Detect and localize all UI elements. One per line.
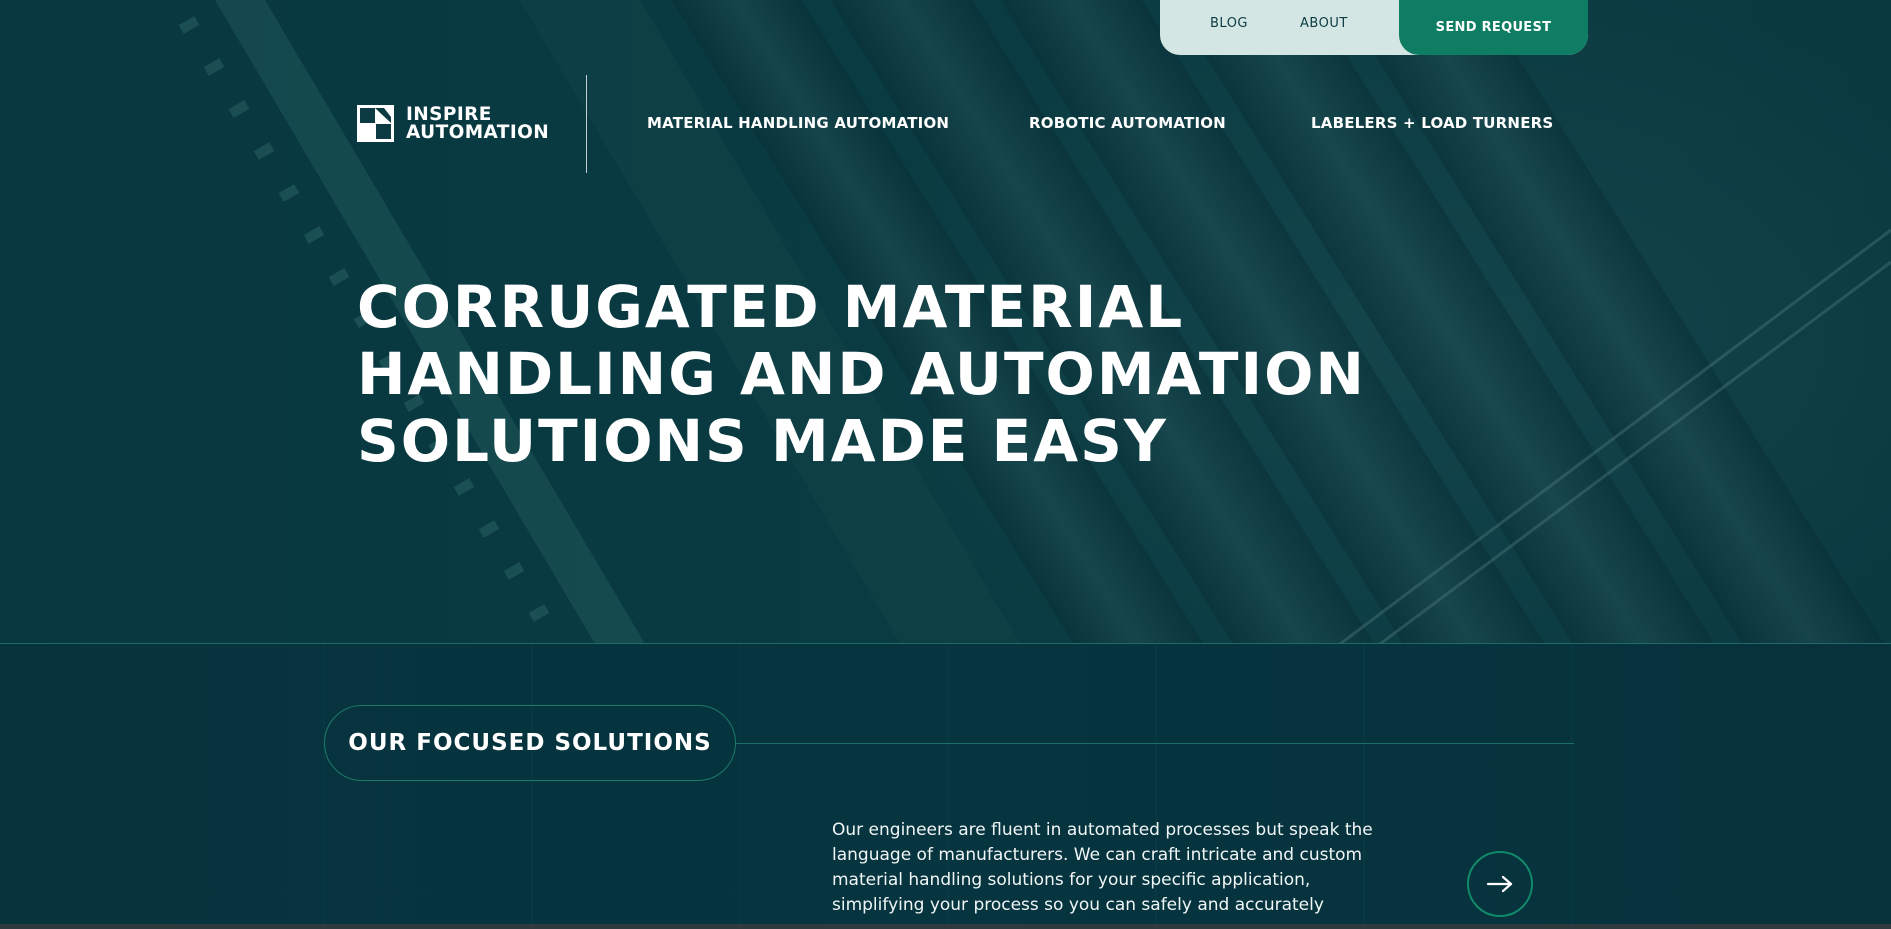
nav-labelers-load-turners[interactable]: LABELERS + LOAD TURNERS — [1311, 114, 1553, 132]
nav-link-blog[interactable]: BLOG — [1210, 16, 1248, 31]
logo-mark-icon — [357, 105, 394, 142]
nav-material-handling-automation[interactable]: MATERIAL HANDLING AUTOMATION — [647, 114, 949, 132]
headline-line-3: SOLUTIONS MADE EASY — [357, 407, 1168, 475]
description-line-2: language of manufacturers. We can craft … — [832, 845, 1363, 865]
arrow-right-icon — [1486, 875, 1513, 893]
logo-wordmark: INSPIRE AUTOMATION — [406, 103, 550, 143]
description-line-3: material handling solutions for your spe… — [832, 870, 1311, 890]
logo-line-1: INSPIRE — [406, 103, 492, 125]
solutions-next-button[interactable] — [1467, 851, 1533, 917]
hero-section: BLOG ABOUT SEND REQUEST INSPIRE AUTOMATI… — [0, 0, 1891, 644]
description-line-1: Our engineers are fluent in automated pr… — [832, 820, 1373, 840]
header-divider — [586, 75, 587, 173]
nav-robotic-automation[interactable]: ROBOTIC AUTOMATION — [1029, 114, 1226, 132]
site-logo[interactable]: INSPIRE AUTOMATION — [357, 105, 549, 142]
solutions-section: OUR FOCUSED SOLUTIONS Our engineers are … — [0, 645, 1891, 929]
browser-bottom-edge — [0, 924, 1891, 929]
solutions-heading-pill: OUR FOCUSED SOLUTIONS — [324, 705, 736, 781]
send-request-button[interactable]: SEND REQUEST — [1398, 0, 1588, 55]
headline-line-2: HANDLING AND AUTOMATION — [357, 340, 1366, 408]
logo-line-2: AUTOMATION — [406, 121, 550, 143]
headline-line-1: CORRUGATED MATERIAL — [357, 273, 1185, 341]
solutions-description: Our engineers are fluent in automated pr… — [832, 818, 1392, 918]
nav-link-about[interactable]: ABOUT — [1300, 16, 1348, 31]
hero-headline: CORRUGATED MATERIAL HANDLING AND AUTOMAT… — [357, 273, 1366, 475]
description-line-4: simplifying your process so you can safe… — [832, 895, 1324, 915]
solutions-heading-rule — [736, 743, 1574, 744]
